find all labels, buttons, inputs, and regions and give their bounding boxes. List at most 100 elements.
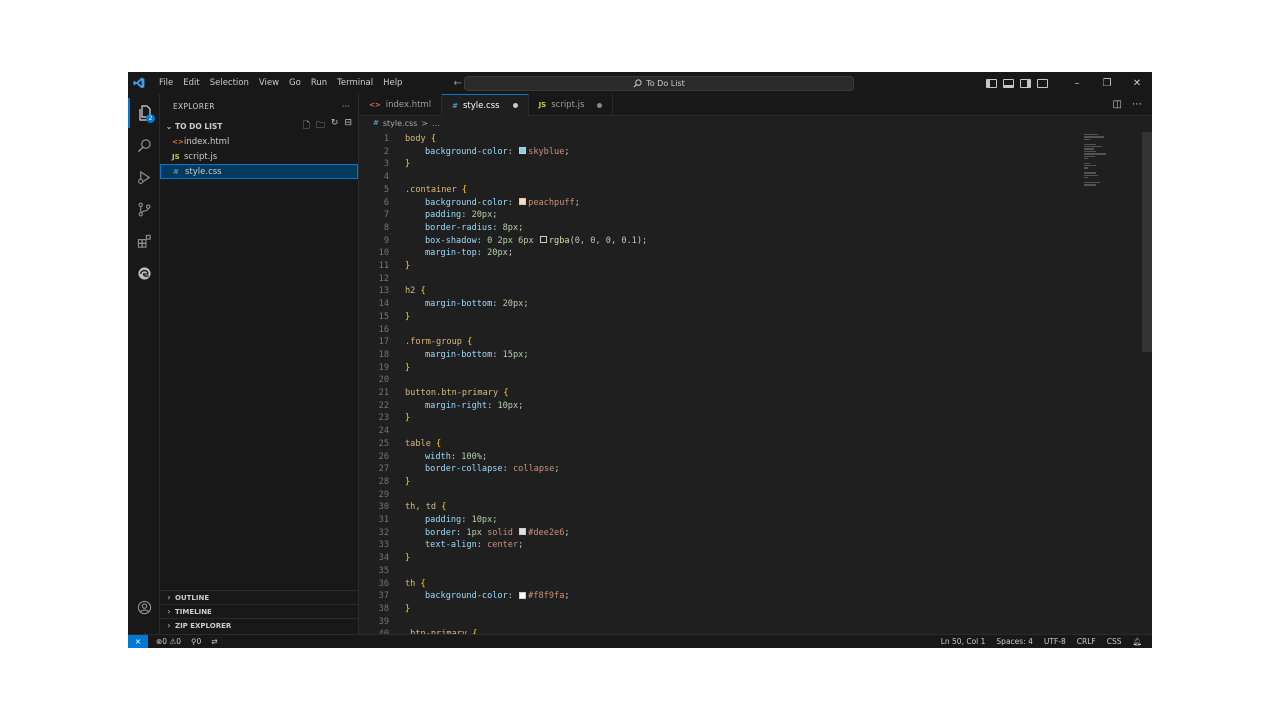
toggle-secondary-sidebar-icon[interactable]	[1020, 78, 1031, 88]
file-item-script-js[interactable]: JS script.js	[160, 149, 358, 164]
html-file-icon: <>	[369, 101, 381, 109]
title-bar: File Edit Selection View Go Run Terminal…	[128, 72, 1152, 94]
cursor-position[interactable]: Ln 50, Col 1	[941, 637, 986, 646]
code-line: 37 background-color: #f8f9fa;	[359, 590, 570, 603]
menu-go[interactable]: Go	[284, 72, 306, 94]
line-number: 31	[378, 515, 389, 525]
indentation[interactable]: Spaces: 4	[996, 637, 1032, 646]
code-line: 30 th, td {	[359, 501, 447, 514]
line-number: 35	[378, 565, 389, 576]
window-controls: – ❐ ✕	[1062, 78, 1152, 89]
more-actions-icon[interactable]: ⋯	[1132, 99, 1142, 110]
toggle-primary-sidebar-icon[interactable]	[986, 78, 997, 88]
encoding[interactable]: UTF-8	[1044, 637, 1066, 646]
unsaved-dot-icon[interactable]	[512, 103, 518, 108]
menu-view[interactable]: View	[254, 72, 284, 94]
command-center-search[interactable]: To Do List	[464, 76, 854, 91]
code-token: button.btn-primary	[405, 388, 504, 398]
code-line: 6 background-color: peachpuff;	[359, 197, 580, 210]
tab-script-js[interactable]: JS script.js	[529, 94, 614, 116]
activity-explorer[interactable]: 2	[128, 98, 160, 128]
line-number: 6	[383, 197, 389, 208]
breadcrumb-symbols[interactable]: ...	[432, 119, 440, 128]
code-line: 1 body {	[359, 133, 436, 146]
color-swatch-icon[interactable]	[539, 236, 547, 244]
code-token: );	[636, 235, 648, 246]
minimap[interactable]	[1084, 134, 1108, 194]
menu-selection[interactable]: Selection	[205, 72, 254, 94]
section-timeline[interactable]: › TIMELINE	[160, 604, 359, 618]
language-mode[interactable]: CSS	[1107, 637, 1122, 646]
file-item-index-html[interactable]: <> index.html	[160, 134, 358, 149]
line-number: 27	[378, 464, 389, 475]
problems-indicator[interactable]: ⊗0 ⚠0	[156, 637, 181, 646]
live-share-icon[interactable]: ⇄	[211, 637, 217, 646]
activity-edge-devtools[interactable]	[128, 258, 160, 288]
color-swatch-icon[interactable]	[519, 147, 527, 155]
section-outline[interactable]: › OUTLINE	[160, 590, 359, 604]
restore-icon[interactable]: ❐	[1092, 78, 1122, 89]
code-token: ;	[481, 451, 488, 462]
new-file-icon[interactable]: 🗋	[303, 118, 310, 134]
color-swatch-icon[interactable]	[519, 198, 527, 205]
minimize-icon[interactable]: –	[1062, 78, 1092, 89]
code-token: rgba	[548, 235, 570, 246]
customize-layout-icon[interactable]	[1037, 78, 1048, 88]
line-number: 11	[378, 261, 389, 271]
menu-edit[interactable]: Edit	[178, 72, 204, 94]
menu-terminal[interactable]: Terminal	[332, 72, 378, 94]
code-text: th, td {	[405, 501, 446, 514]
section-label: OUTLINE	[175, 593, 210, 602]
code-line: 10 margin-top: 20px;	[359, 247, 513, 260]
split-editor-icon[interactable]: ◫	[1113, 99, 1122, 110]
code-text: }	[405, 362, 410, 375]
refresh-icon[interactable]: ↻	[331, 118, 339, 134]
js-file-icon: JS	[538, 101, 547, 109]
code-line: 2 background-color: skyblue;	[359, 146, 570, 159]
ports-indicator[interactable]: ⚲0	[191, 637, 201, 646]
activity-source-control[interactable]	[128, 194, 160, 224]
menu-file[interactable]: File	[154, 72, 178, 94]
code-editor[interactable]: 1 body {2 background-color: skyblue; 3} 4 5 .c…	[359, 132, 1152, 634]
code-text: background-color: #f8f9fa;	[405, 590, 570, 603]
file-item-style-css[interactable]: # style.css	[160, 164, 358, 179]
menu-run[interactable]: Run	[306, 72, 332, 94]
code-token: margin-right	[425, 400, 488, 411]
unsaved-dot-icon[interactable]	[597, 102, 603, 108]
activity-accounts[interactable]	[128, 592, 160, 622]
file-name: script.js	[184, 151, 218, 162]
extensions-icon	[137, 234, 151, 248]
edge-icon	[137, 266, 151, 280]
activity-search[interactable]	[128, 130, 160, 160]
editor-scrollbar[interactable]	[1142, 132, 1152, 352]
close-icon[interactable]: ✕	[1122, 78, 1152, 89]
css-file-icon: #	[373, 119, 379, 127]
back-arrow-icon[interactable]: ←	[453, 78, 461, 89]
code-token: :	[492, 299, 503, 310]
folder-header[interactable]: ⌄ TO DO LIST 🗋 🗀 ↻ ⊟	[160, 118, 358, 134]
remote-indicator[interactable]: ⨯	[128, 634, 148, 648]
end-of-line[interactable]: CRLF	[1077, 637, 1096, 646]
code-token: }	[405, 553, 411, 564]
toggle-panel-icon[interactable]	[1003, 78, 1014, 88]
activity-run-debug[interactable]	[128, 162, 160, 192]
color-swatch-icon[interactable]	[519, 528, 527, 536]
tab-style-css[interactable]: # style.css	[442, 94, 529, 116]
menu-help[interactable]: Help	[378, 72, 407, 94]
color-swatch-icon[interactable]	[519, 591, 527, 599]
line-number: 38	[378, 603, 389, 614]
tab-index-html[interactable]: <> index.html	[359, 94, 443, 116]
code-line: 23}	[359, 412, 411, 425]
code-token: ;	[564, 591, 570, 602]
code-text: margin-bottom: 20px;	[405, 298, 529, 311]
line-number: 13	[378, 286, 389, 297]
bell-icon[interactable]: 🔔︎	[1132, 637, 1142, 646]
activity-extensions[interactable]	[128, 226, 160, 256]
code-line: 4	[359, 171, 389, 184]
collapse-all-icon[interactable]: ⊟	[344, 118, 352, 134]
breadcrumb-file[interactable]: style.css	[383, 119, 417, 128]
explorer-more-button[interactable]: ···	[342, 102, 350, 111]
new-folder-icon[interactable]: 🗀	[316, 118, 325, 134]
line-number: 23	[378, 413, 389, 424]
section-zip-explorer[interactable]: › ZIP EXPLORER	[160, 618, 359, 632]
